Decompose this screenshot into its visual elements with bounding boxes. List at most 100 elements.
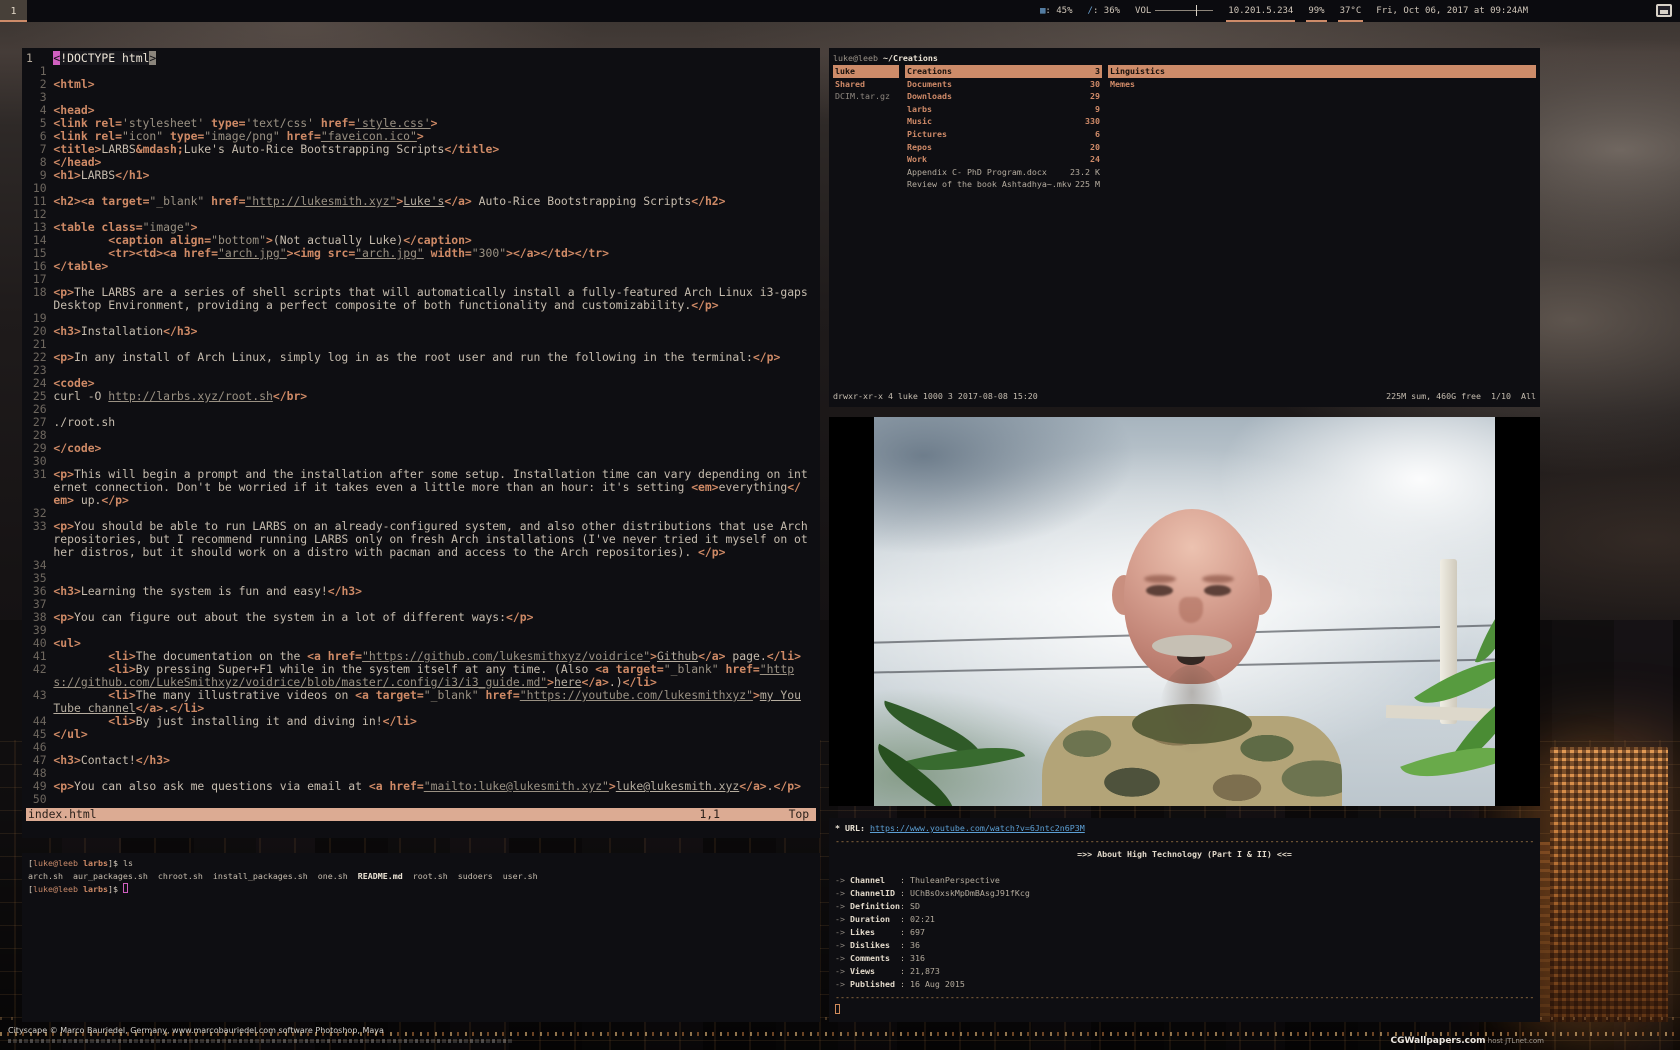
person-moustache — [1152, 635, 1232, 657]
file-row[interactable]: Repos20 — [905, 141, 1102, 154]
disk-value: : 36% — [1093, 6, 1120, 16]
video-url-link[interactable]: https://www.youtube.com/watch?v=6Jntc2n6… — [870, 823, 1085, 833]
vim-statusline: index.html 1,1Top — [26, 808, 816, 821]
parent-dir-item[interactable]: Shared — [833, 78, 899, 91]
file-row[interactable]: Pictures6 — [905, 128, 1102, 141]
file-row[interactable]: Documents30 — [905, 78, 1102, 91]
editor-line: 38<p>You can figure out about the system… — [26, 611, 816, 624]
file-row[interactable]: larbs9 — [905, 103, 1102, 116]
code-text: <p>You can also ask me questions via ema… — [53, 780, 807, 793]
code-text: <p>You can figure out about the system i… — [53, 611, 807, 624]
code-text: </code> — [53, 442, 807, 455]
video-frame[interactable] — [874, 417, 1495, 806]
host-label: host JTLnet.com — [1486, 1037, 1544, 1045]
preview-dir-item[interactable]: Memes — [1108, 78, 1536, 91]
line-number: 50 — [26, 793, 47, 806]
person-eye — [1204, 585, 1231, 596]
line-number: 42 — [26, 663, 47, 689]
code-text: </ul> — [53, 728, 807, 741]
editor-line: 15 <tr><td><a href="arch.jpg"><img src="… — [26, 247, 816, 260]
editor-line: 49<p>You can also ask me questions via e… — [26, 780, 816, 793]
memory-value: : 45% — [1045, 6, 1072, 16]
video-metadata: -> Channel : ThuleanPerspective-> Channe… — [835, 874, 1534, 991]
disk-block: /: 36% — [1088, 0, 1121, 22]
editor-line: 7<title>LARBS&mdash;Luke's Auto-Rice Boo… — [26, 143, 816, 156]
plant-leaf — [1475, 587, 1495, 670]
video-meta-row: -> Duration : 02:21 — [835, 913, 1534, 926]
person-brow — [1202, 575, 1234, 583]
code-text — [53, 91, 807, 104]
person-nose — [1179, 597, 1203, 623]
volume-slider-thumb[interactable] — [1196, 5, 1197, 16]
ranger-parent-column: lukeSharedDCIM.tar.gz — [833, 65, 899, 390]
video-meta-row: -> Likes : 697 — [835, 926, 1534, 939]
editor-line: 22<p>In any install of Arch Linux, simpl… — [26, 351, 816, 364]
editor-line: 43 <li>The many illustrative videos on <… — [26, 689, 816, 715]
terminal-cursor — [123, 883, 128, 893]
wallpaper-credit-text: Cityscape © Marco Bauriedel, Germany, ww… — [8, 1026, 384, 1035]
desktop: 1 ▦: 45% /: 36% VOL 10.201.5.234 99% 37°… — [0, 0, 1680, 1050]
wallpaper-credit-site: CGWallpapers.com host JTLnet.com — [1391, 1028, 1544, 1047]
code-text: <p>This will begin a prompt and the inst… — [53, 468, 807, 507]
editor-line: 44 <li>By just installing it and diving … — [26, 715, 816, 728]
video-info-terminal-window[interactable]: * URL: https://www.youtube.com/watch?v=6… — [829, 818, 1540, 1022]
file-row[interactable]: Downloads29 — [905, 90, 1102, 103]
editor-line: 45</ul> — [26, 728, 816, 741]
shell-terminal-window[interactable]: [luke@leeb larbs]$ lsarch.sh aur_package… — [22, 853, 820, 1022]
code-text: <h3>Contact!</h3> — [53, 754, 807, 767]
editor-line: 27./root.sh — [26, 416, 816, 429]
line-number: 33 — [26, 520, 47, 559]
terminal-cursor — [835, 1004, 840, 1014]
file-row[interactable]: Work24 — [905, 153, 1102, 166]
ranger-statusline: drwxr-xr-x 4 luke 1000 3 2017-08-08 15:2… — [833, 390, 1536, 403]
video-player-window[interactable] — [829, 417, 1540, 806]
code-text: <tr><td><a href="arch.jpg"><img src="arc… — [53, 247, 807, 260]
shell-output: [luke@leeb larbs]$ lsarch.sh aur_package… — [28, 857, 814, 896]
code-text: <h3>Installation</h3> — [53, 325, 807, 338]
editor-line: 36<h3>Learning the system is fun and eas… — [26, 585, 816, 598]
video-meta-row: -> Definition: SD — [835, 900, 1534, 913]
statusbar-blocks: ▦: 45% /: 36% VOL 10.201.5.234 99% 37°C … — [1040, 0, 1528, 22]
vim-scroll-position: Top — [789, 808, 810, 821]
editor-line: 16</table> — [26, 260, 816, 273]
shell-prompt-line: [luke@leeb larbs]$ — [28, 883, 814, 896]
code-text: <h1>LARBS</h1> — [53, 169, 807, 182]
file-row[interactable]: Music330 — [905, 115, 1102, 128]
wallpaper-building-lit — [1550, 747, 1668, 1022]
video-meta-row: -> Views : 21,873 — [835, 965, 1534, 978]
workspace-label: 1 — [10, 6, 16, 17]
datetime-value: Fri, Oct 06, 2017 at 09:24AM — [1376, 6, 1528, 16]
volume-label: VOL — [1135, 6, 1151, 16]
video-url-row: * URL: https://www.youtube.com/watch?v=6… — [835, 822, 1534, 835]
cgwallpapers-label: CGWallpapers.com — [1391, 1036, 1486, 1046]
display-icon — [1656, 4, 1672, 17]
blank-row — [835, 861, 1534, 874]
editor-window[interactable]: 1<!DOCTYPE html>1 2<html>3 4<head>5<link… — [22, 48, 820, 838]
editor-line: 1 — [26, 65, 816, 78]
parent-dir-item[interactable]: DCIM.tar.gz — [833, 90, 899, 103]
file-row[interactable]: Appendix C- PhD Program.docx23.2 K — [905, 166, 1102, 179]
file-row[interactable]: Creations3 — [905, 65, 1102, 78]
volume-slider[interactable] — [1155, 0, 1213, 22]
editor-line: 26 — [26, 403, 816, 416]
code-text — [53, 65, 807, 78]
code-text: </head> — [53, 156, 807, 169]
file-row[interactable]: Review of the book Ashtadhya~.mkv225 M — [905, 178, 1102, 191]
code-text: curl -O http://larbs.xyz/root.sh</br> — [53, 390, 807, 403]
preview-dir-item[interactable]: Linguistics — [1108, 65, 1536, 78]
editor-line: 3 — [26, 91, 816, 104]
code-text: </table> — [53, 260, 807, 273]
parent-dir-item[interactable]: luke — [833, 65, 899, 78]
workspace-button-1[interactable]: 1 — [0, 0, 27, 22]
editor-line: 20<h3>Installation</h3> — [26, 325, 816, 338]
code-text: <li>By pressing Super+F1 while in the sy… — [53, 663, 807, 689]
file-manager-window[interactable]: luke@leeb ~/Creations lukeSharedDCIM.tar… — [829, 48, 1540, 407]
white-rail — [1386, 705, 1495, 722]
line-number: 31 — [26, 468, 47, 507]
line-number: 43 — [26, 689, 47, 715]
shell-ls-output: arch.sh aur_packages.sh chroot.sh instal… — [28, 870, 814, 883]
code-text: <p>The LARBS are a series of shell scrip… — [53, 286, 807, 312]
code-text — [53, 403, 807, 416]
line-number: 18 — [26, 286, 47, 312]
editor-line: 23 — [26, 364, 816, 377]
